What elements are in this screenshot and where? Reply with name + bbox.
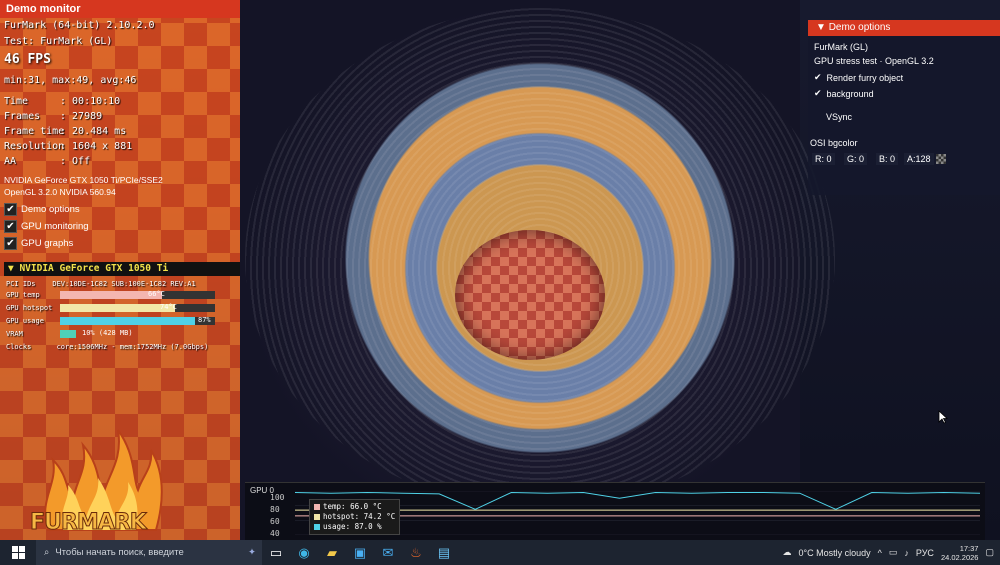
app-version: FurMark (64-bit) 2.10.2.0	[4, 20, 155, 31]
windows-logo-icon	[11, 546, 25, 559]
windows-taskbar: ⌕ Чтобы начать поиск, введите ✦ ▭ ◉ ▰ ▣ …	[0, 540, 1000, 565]
check-icon: ✔	[4, 203, 17, 216]
stat-aa: AA: Off	[4, 156, 91, 167]
y-tick-40: 40	[270, 529, 280, 538]
y-tick-100: 100	[270, 493, 285, 502]
render-furry-object-toggle[interactable]: ✔ Render furry object	[814, 72, 903, 83]
mouse-cursor-icon	[938, 410, 948, 424]
bgcolor-r-field[interactable]: R: 0	[812, 153, 835, 165]
edge-browser-icon[interactable]: ◉	[290, 540, 318, 565]
network-icon[interactable]: ▭	[889, 547, 898, 558]
furmark-taskbar-icon[interactable]: ♨	[402, 540, 430, 565]
gpu-hotspot-label: GPU hotspot	[6, 304, 53, 312]
store-icon[interactable]: ▣	[346, 540, 374, 565]
check-icon: ✔	[4, 220, 17, 233]
torus-hole	[455, 230, 605, 360]
file-explorer-icon[interactable]: ▰	[318, 540, 346, 565]
search-highlight-icon: ✦	[248, 547, 256, 558]
vram-bar: 10% (428 MB)	[60, 329, 215, 338]
color-swatch-icon[interactable]	[936, 154, 946, 164]
test-name: Test: FurMark (GL)	[4, 36, 113, 47]
stat-resolution: Resolution: 1604 x 881	[4, 141, 133, 152]
vram-value: 10% (428 MB)	[82, 329, 133, 337]
gpu-hotspot-bar: 74°C	[60, 303, 215, 312]
app-window-icon[interactable]: ▤	[430, 540, 458, 565]
gpu-hotspot-value: 74°C	[160, 303, 177, 311]
options-line2: GPU stress test · OpenGL 3.2	[814, 56, 934, 66]
language-indicator[interactable]: РУС	[916, 548, 934, 558]
system-tray: ☁ 0°C Mostly cloudy ^ ▭ ♪ РУС 17:37 24.0…	[783, 540, 1000, 565]
collapse-triangle-icon: ▼	[8, 263, 20, 274]
fps-stats: min:31, max:49, avg:46	[4, 75, 137, 86]
gpu-temp-bar: 66°C	[60, 290, 215, 299]
weather-text[interactable]: 0°C Mostly cloudy	[799, 548, 871, 558]
fps-readout: 46 FPS	[4, 52, 51, 67]
mail-icon[interactable]: ✉	[374, 540, 402, 565]
osi-bgcolor-label: OSI bgcolor	[810, 138, 858, 148]
clock[interactable]: 17:37 24.02.2026	[941, 544, 979, 562]
gpu-section-header[interactable]: ▼ NVIDIA GeForce GTX 1050 Ti	[4, 262, 240, 276]
stat-frame-time: Frame time: 20.484 ms	[4, 126, 127, 137]
legend-item-hotspot: hotspot: 74.2 °C	[314, 512, 395, 522]
bgcolor-b-field[interactable]: B: 0	[876, 153, 899, 165]
checkbox-demo-options[interactable]: ✔ Demo options	[4, 203, 80, 216]
check-icon: ✔	[4, 237, 17, 250]
pci-ids-row: PCI IDs DEV:10DE-1C82 SUB:100E-1C82 REV:…	[6, 280, 196, 288]
furmark-logo-text: FURMARK	[30, 510, 148, 536]
demo-options-titlebar[interactable]: ▼ Demo options	[808, 20, 1000, 36]
weather-icon[interactable]: ☁	[783, 547, 792, 558]
start-button[interactable]	[0, 540, 36, 565]
gpu-graph-panel: GPU 0 100 80 60 40 temp: 66.0 °C hotspot…	[245, 482, 985, 540]
vram-label: VRAM	[6, 330, 23, 338]
notifications-icon[interactable]: ▢	[985, 547, 994, 558]
gpu-hotspot-fill	[60, 304, 175, 312]
y-tick-60: 60	[270, 517, 280, 526]
background-toggle[interactable]: ✔ background	[814, 88, 874, 99]
graph-legend: temp: 66.0 °C hotspot: 74.2 °C usage: 87…	[309, 499, 401, 535]
legend-item-temp: temp: 66.0 °C	[314, 502, 395, 512]
checkbox-gpu-monitoring[interactable]: ✔ GPU monitoring	[4, 220, 89, 233]
demo-options-panel: ▼ Demo options FurMark (GL) GPU stress t…	[808, 20, 1000, 195]
check-icon: ✔	[814, 88, 822, 98]
gpu-usage-bar: 87%	[60, 316, 215, 325]
task-view-icon[interactable]: ▭	[262, 540, 290, 565]
clocks-row: Clocks core:1506MHz - mem:1752MHz (7.0Gb…	[6, 343, 209, 351]
tray-chevron-icon[interactable]: ^	[878, 548, 882, 558]
gpu-temp-value: 66°C	[148, 290, 165, 298]
bgcolor-g-field[interactable]: G: 0	[844, 153, 868, 165]
stat-frames: Frames: 27989	[4, 111, 103, 122]
legend-swatch	[314, 504, 320, 510]
gpu-usage-fill	[60, 317, 195, 325]
demo-monitor-titlebar[interactable]: Demo monitor	[0, 0, 240, 18]
legend-swatch	[314, 524, 320, 530]
y-tick-80: 80	[270, 505, 280, 514]
volume-icon[interactable]: ♪	[904, 548, 909, 558]
gpu-usage-value: 87%	[198, 316, 211, 324]
gpu-temp-label: GPU temp	[6, 291, 40, 299]
check-icon: ✔	[814, 72, 822, 82]
legend-swatch	[314, 514, 320, 520]
opengl-version: OpenGL 3.2.0 NVIDIA 560.94	[4, 187, 116, 197]
gpu-usage-label: GPU usage	[6, 317, 44, 325]
search-icon: ⌕	[44, 547, 50, 558]
collapse-triangle-icon: ▼	[816, 22, 829, 33]
options-line1: FurMark (GL)	[814, 42, 868, 52]
search-placeholder: Чтобы начать поиск, введите	[55, 547, 184, 558]
gpu-renderer: NVIDIA GeForce GTX 1050 Ti/PCIe/SSE2	[4, 175, 163, 185]
stat-time: Time: 00:10:10	[4, 96, 121, 107]
taskbar-search-box[interactable]: ⌕ Чтобы начать поиск, введите ✦	[36, 540, 262, 565]
legend-item-usage: usage: 87.0 %	[314, 522, 395, 532]
vsync-toggle[interactable]: VSync	[826, 112, 852, 122]
checkbox-gpu-graphs[interactable]: ✔ GPU graphs	[4, 237, 73, 250]
vram-fill	[60, 330, 76, 338]
bgcolor-a-field[interactable]: A:128	[904, 153, 934, 165]
gpu-temp-fill	[60, 291, 163, 299]
